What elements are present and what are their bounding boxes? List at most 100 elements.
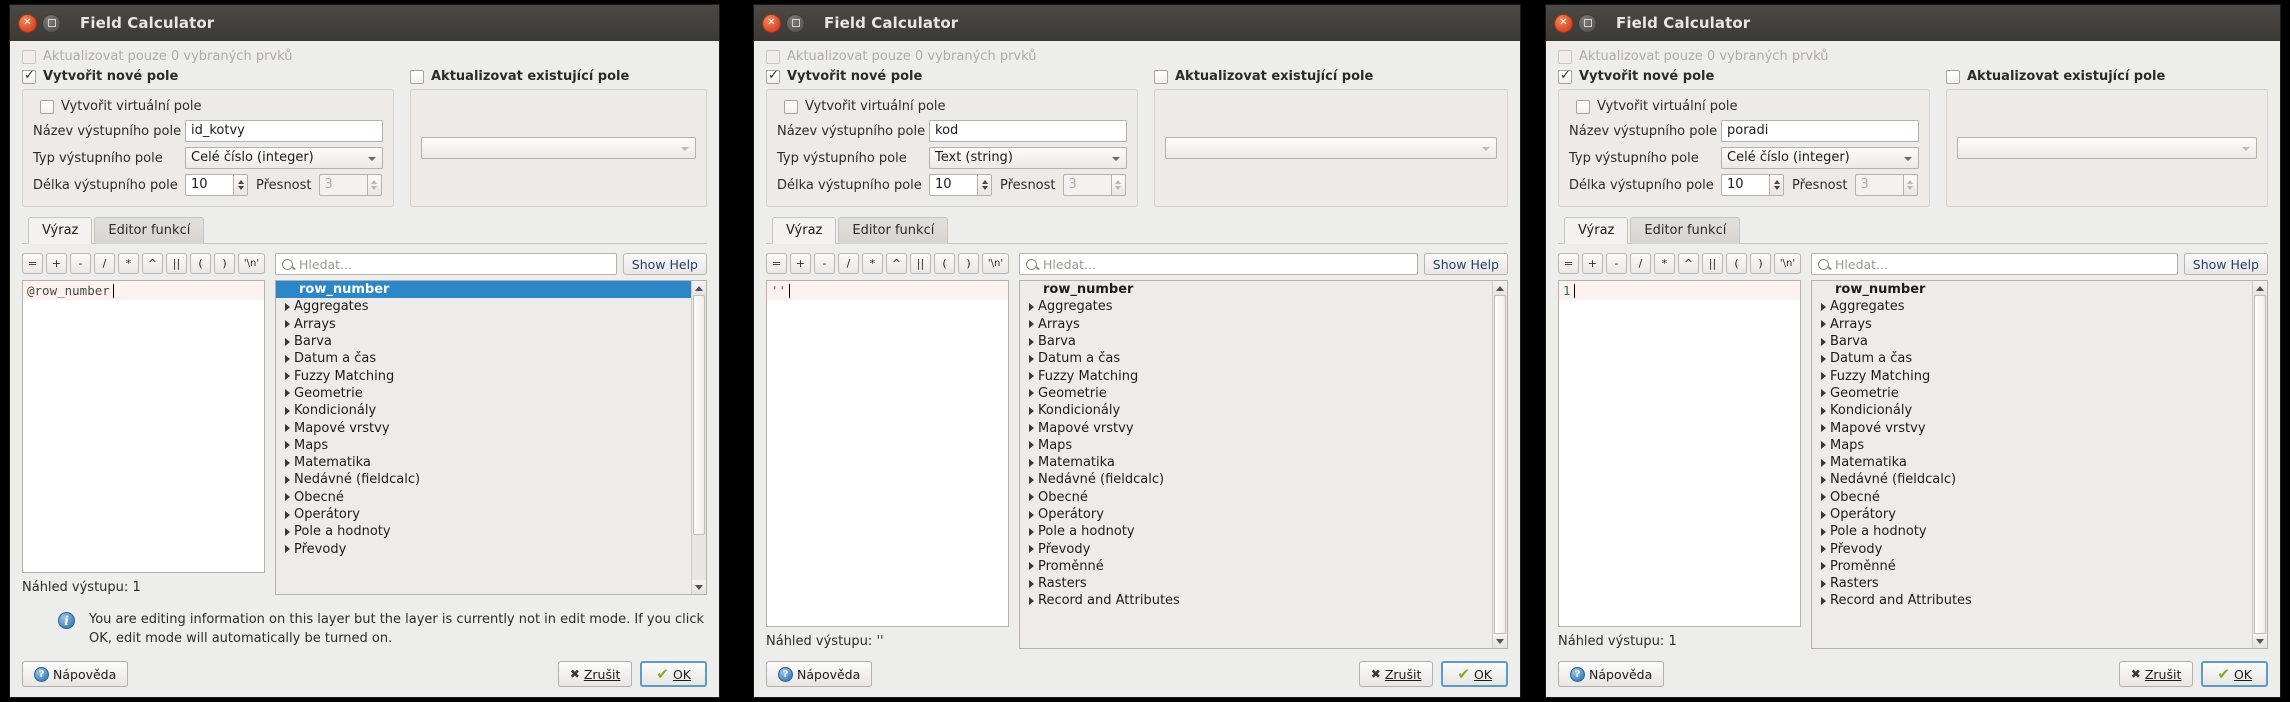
output-length-value[interactable]: 10: [1721, 174, 1769, 196]
operator-button[interactable]: /: [94, 253, 115, 274]
function-tree-item[interactable]: Barva: [1020, 333, 1492, 350]
function-tree-item[interactable]: Matematika: [1020, 454, 1492, 471]
output-name-input[interactable]: id_kotvy: [185, 120, 383, 142]
create-virtual-field-checkbox-row[interactable]: Vytvořit virtuální pole: [1569, 99, 1919, 114]
update-existing-field-checkbox-row[interactable]: Aktualizovat existující pole: [1154, 69, 1508, 84]
operator-button[interactable]: ^: [1678, 253, 1699, 274]
function-tree[interactable]: row_number Aggregates Arrays Barva Datum a č…: [1020, 281, 1492, 648]
help-button[interactable]: ? Nápověda: [22, 661, 129, 687]
create-virtual-field-checkbox[interactable]: [1576, 99, 1590, 114]
tab-expression[interactable]: Výraz: [28, 217, 93, 244]
function-tree-item[interactable]: Mapové vrstvy: [1020, 419, 1492, 436]
function-tree-item[interactable]: Geometrie: [276, 385, 691, 402]
function-search-box[interactable]: Hledat...: [1019, 253, 1418, 275]
function-tree-item[interactable]: Pole a hodnoty: [1020, 523, 1492, 540]
existing-field-combo[interactable]: [421, 136, 696, 159]
operator-button[interactable]: ^: [142, 253, 163, 274]
output-type-combo[interactable]: Celé číslo (integer): [185, 147, 383, 169]
maximize-icon[interactable]: [1578, 13, 1597, 33]
function-tree-item[interactable]: Převody: [276, 540, 691, 557]
scroll-down-arrow-icon[interactable]: [2253, 634, 2267, 648]
update-selected-checkbox[interactable]: [1558, 49, 1572, 64]
function-tree-item[interactable]: Mapové vrstvy: [1812, 419, 2252, 436]
existing-field-combo[interactable]: [1165, 136, 1497, 159]
output-length-stepper[interactable]: 10: [1721, 174, 1784, 196]
existing-field-combo[interactable]: [1957, 136, 2257, 159]
function-tree-item[interactable]: Nedávné (fieldcalc): [1020, 471, 1492, 488]
function-tree-item[interactable]: Operátory: [276, 506, 691, 523]
output-length-stepper[interactable]: 10: [185, 174, 248, 196]
help-button[interactable]: ? Nápověda: [1558, 661, 1665, 687]
function-tree-item[interactable]: Operátory: [1812, 506, 2252, 523]
function-tree[interactable]: row_number Aggregates Arrays Barva Datum a č…: [276, 281, 691, 594]
function-tree-item[interactable]: Datum a čas: [1812, 350, 2252, 367]
create-new-field-checkbox[interactable]: [766, 68, 780, 84]
scroll-up-arrow-icon[interactable]: [692, 281, 706, 295]
operator-button[interactable]: =: [1558, 253, 1579, 274]
function-tree-item[interactable]: Kondicionály: [276, 402, 691, 419]
output-type-combo[interactable]: Celé číslo (integer): [1721, 147, 1919, 169]
tab-expression[interactable]: Výraz: [772, 217, 837, 244]
ok-button[interactable]: ✔ OK: [1441, 661, 1508, 687]
operator-button[interactable]: /: [1630, 253, 1651, 274]
scroll-thumb[interactable]: [1494, 295, 1506, 634]
output-length-stepper[interactable]: 10: [929, 174, 992, 196]
function-tree-scrollbar[interactable]: [691, 281, 706, 595]
maximize-icon[interactable]: [786, 13, 805, 33]
cancel-button[interactable]: ✖ Zrušit: [557, 661, 633, 687]
operator-button[interactable]: '\n': [1774, 253, 1801, 274]
close-icon[interactable]: ✕: [18, 13, 37, 33]
create-virtual-field-checkbox[interactable]: [40, 99, 54, 114]
function-tree-item[interactable]: Proměnné: [1020, 558, 1492, 575]
operator-button[interactable]: +: [790, 253, 811, 274]
function-tree-item[interactable]: Arrays: [1812, 316, 2252, 333]
operator-button[interactable]: /: [838, 253, 859, 274]
operator-button[interactable]: ): [958, 253, 979, 274]
function-tree-item[interactable]: Kondicionály: [1812, 402, 2252, 419]
output-name-input[interactable]: poradi: [1721, 120, 1919, 142]
operator-button[interactable]: (: [934, 253, 955, 274]
update-existing-field-checkbox-row[interactable]: Aktualizovat existující pole: [410, 69, 707, 84]
operator-button[interactable]: +: [1582, 253, 1603, 274]
operator-button[interactable]: ): [1750, 253, 1771, 274]
function-tree-item[interactable]: Aggregates: [1020, 298, 1492, 315]
scroll-thumb[interactable]: [2254, 295, 2266, 634]
update-existing-field-checkbox[interactable]: [410, 69, 424, 84]
operator-button[interactable]: ||: [910, 253, 931, 274]
function-tree-item[interactable]: Arrays: [276, 316, 691, 333]
create-new-field-checkbox[interactable]: [22, 68, 36, 84]
operator-button[interactable]: (: [190, 253, 211, 274]
operator-button[interactable]: -: [1606, 253, 1627, 274]
scroll-track[interactable]: [692, 295, 706, 581]
operator-button[interactable]: -: [814, 253, 835, 274]
tab-function-editor[interactable]: Editor funkcí: [1630, 217, 1741, 244]
show-help-button[interactable]: Show Help: [2183, 253, 2268, 275]
function-tree-item[interactable]: Fuzzy Matching: [276, 367, 691, 384]
cancel-button[interactable]: ✖ Zrušit: [1358, 661, 1434, 687]
function-tree[interactable]: row_number Aggregates Arrays Barva Datum a č…: [1812, 281, 2252, 648]
operator-button[interactable]: *: [1654, 253, 1675, 274]
create-new-field-checkbox-row[interactable]: Vytvořit nové pole: [766, 68, 1138, 84]
ok-button[interactable]: ✔ OK: [2201, 661, 2268, 687]
close-icon[interactable]: ✕: [762, 13, 781, 33]
scroll-track[interactable]: [2253, 295, 2267, 634]
update-selected-checkbox[interactable]: [766, 49, 780, 64]
create-virtual-field-checkbox-row[interactable]: Vytvořit virtuální pole: [777, 99, 1127, 114]
maximize-icon[interactable]: [42, 13, 61, 33]
function-tree-item[interactable]: Převody: [1020, 540, 1492, 557]
function-tree-item[interactable]: Arrays: [1020, 316, 1492, 333]
create-new-field-checkbox-row[interactable]: Vytvořit nové pole: [1558, 68, 1930, 84]
function-tree-item[interactable]: Datum a čas: [1020, 350, 1492, 367]
update-selected-checkbox-row[interactable]: Aktualizovat pouze 0 vybraných prvků: [1558, 49, 2268, 64]
function-tree-item[interactable]: Geometrie: [1020, 385, 1492, 402]
function-search-box[interactable]: Hledat...: [1811, 253, 2178, 275]
function-tree-item[interactable]: Nedávné (fieldcalc): [276, 471, 691, 488]
function-tree-item[interactable]: Rasters: [1812, 575, 2252, 592]
update-existing-field-checkbox[interactable]: [1154, 69, 1168, 84]
output-length-spin-buttons[interactable]: [977, 174, 992, 196]
output-length-value[interactable]: 10: [929, 174, 977, 196]
expression-editor[interactable]: @row_number: [22, 280, 265, 574]
operator-button[interactable]: (: [1726, 253, 1747, 274]
update-existing-field-checkbox[interactable]: [1946, 69, 1960, 84]
create-new-field-checkbox[interactable]: [1558, 68, 1572, 84]
